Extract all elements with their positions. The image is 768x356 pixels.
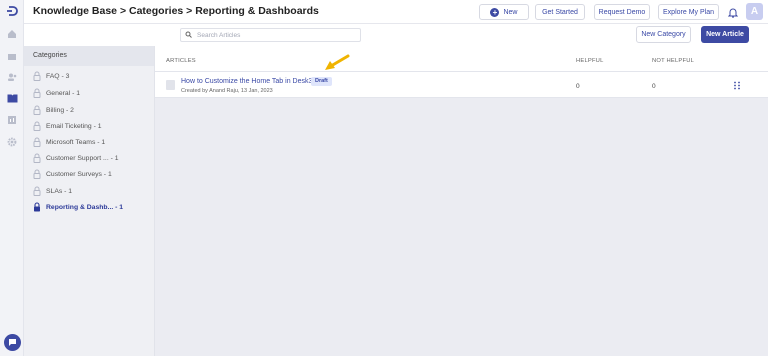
drag-handle-icon[interactable] — [733, 81, 741, 90]
plus-icon: + — [490, 7, 500, 17]
status-badge: Draft — [311, 77, 332, 86]
new-category-button[interactable]: New Category — [636, 26, 691, 43]
new-button-label: New — [503, 8, 518, 16]
helpful-count: 0 — [576, 83, 580, 90]
avatar[interactable]: A — [746, 3, 763, 20]
home-icon[interactable] — [6, 28, 18, 40]
category-item[interactable]: General - 1 — [33, 87, 80, 99]
lock-icon — [33, 71, 41, 81]
category-item[interactable]: Microsoft Teams - 1 — [33, 136, 105, 148]
lock-icon — [33, 88, 41, 98]
reports-icon[interactable] — [6, 114, 18, 126]
top-header: Knowledge Base > Categories > Reporting … — [24, 0, 768, 24]
knowledge-base-icon[interactable] — [6, 92, 18, 104]
settings-icon[interactable] — [6, 136, 18, 148]
lock-icon — [33, 121, 41, 131]
category-label: Reporting & Dashb... - 1 — [46, 203, 124, 211]
contacts-icon[interactable] — [6, 71, 18, 83]
new-button[interactable]: + New — [479, 4, 529, 20]
category-label: Email Ticketing - 1 — [46, 122, 102, 130]
explore-plan-button[interactable]: Explore My Plan — [658, 4, 719, 20]
search-box[interactable] — [180, 28, 361, 42]
column-articles: ARTICLES — [166, 58, 196, 64]
category-label: SLAs - 1 — [46, 187, 73, 195]
annotation-arrow-icon — [325, 54, 350, 70]
search-input[interactable] — [197, 31, 347, 39]
category-item[interactable]: SLAs - 1 — [33, 185, 72, 197]
new-article-button[interactable]: New Article — [701, 26, 749, 43]
articles-table-header: ARTICLES HELPFUL NOT HELPFUL — [155, 46, 768, 72]
logo-icon[interactable] — [6, 5, 18, 17]
breadcrumb: Knowledge Base > Categories > Reporting … — [33, 5, 319, 17]
category-label: Billing - 2 — [46, 106, 74, 114]
get-started-button[interactable]: Get Started — [535, 4, 585, 20]
bell-icon[interactable] — [725, 4, 741, 20]
not-helpful-count: 0 — [652, 83, 656, 90]
categories-heading: Categories — [24, 46, 154, 66]
category-label: General - 1 — [46, 89, 81, 97]
lock-icon — [33, 105, 41, 115]
category-label: Customer Surveys - 1 — [46, 170, 112, 178]
lock-icon — [33, 137, 41, 147]
left-nav-rail — [0, 0, 24, 356]
lock-icon — [33, 186, 41, 196]
article-title-link[interactable]: How to Customize the Home Tab in Desk365 — [181, 78, 320, 85]
category-label: Customer Support ... - 1 — [46, 154, 119, 162]
chat-icon[interactable] — [4, 334, 21, 351]
category-item[interactable]: Customer Support ... - 1 — [33, 152, 119, 164]
lock-icon — [33, 153, 41, 163]
category-label: Microsoft Teams - 1 — [46, 138, 106, 146]
column-not-helpful: NOT HELPFUL — [652, 58, 695, 64]
articles-panel: ARTICLES HELPFUL NOT HELPFUL How to Cust… — [155, 46, 768, 356]
column-helpful: HELPFUL — [576, 58, 604, 64]
request-demo-button[interactable]: Request Demo — [594, 4, 650, 20]
category-item[interactable]: Customer Surveys - 1 — [33, 168, 112, 180]
document-icon — [166, 80, 175, 90]
category-item[interactable]: Email Ticketing - 1 — [33, 120, 102, 132]
category-item[interactable]: Billing - 2 — [33, 104, 74, 116]
article-meta: Created by Anand Raju, 13 Jan, 2023 — [181, 88, 273, 94]
category-label: FAQ - 3 — [46, 72, 70, 80]
category-item-active[interactable]: Reporting & Dashb... - 1 — [33, 201, 123, 213]
lock-icon — [33, 202, 41, 212]
table-row[interactable]: How to Customize the Home Tab in Desk365… — [155, 72, 768, 98]
lock-icon — [33, 169, 41, 179]
tickets-icon[interactable] — [6, 51, 18, 63]
category-item[interactable]: FAQ - 3 — [33, 70, 69, 82]
search-icon — [185, 31, 192, 40]
